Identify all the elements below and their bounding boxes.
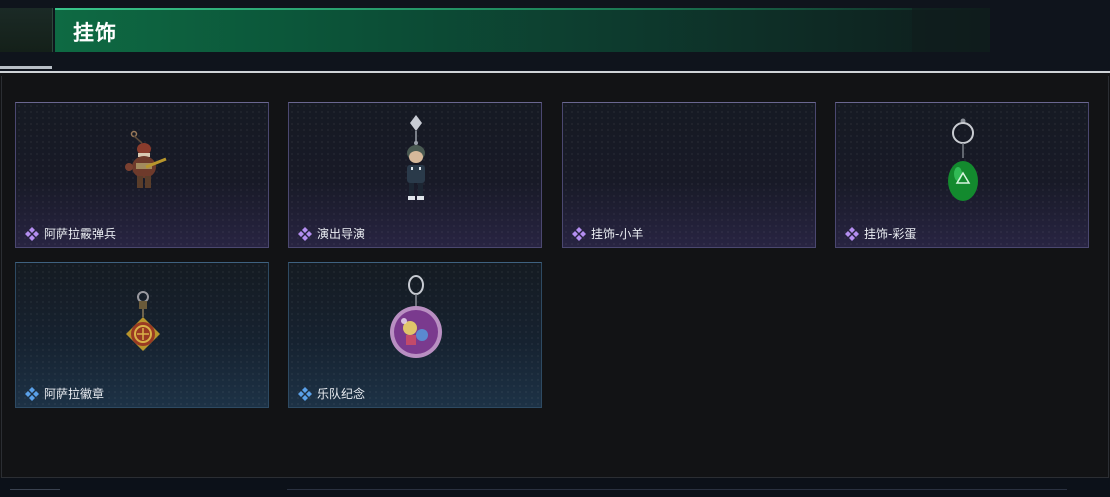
header-underline [0,66,52,69]
bottom-bar-mark [10,489,60,490]
item-label: 挂饰-小羊 [571,225,643,242]
item-art [836,103,1088,223]
item-name: 演出导演 [317,227,366,241]
item-name: 挂饰-小羊 [591,227,644,241]
item-label: 阿萨拉霰弹兵 [24,225,116,242]
band-pin-charm-icon [390,275,442,358]
header: 挂饰 [0,0,1110,70]
rarity-diamond-icon [572,226,586,241]
item-card[interactable]: 阿萨拉霰弹兵 [15,102,269,248]
header-end-block [912,8,990,52]
item-card[interactable]: 乐队纪念 [288,262,542,408]
inventory-panel: 阿萨拉霰弹兵 演出导演 挂饰-小羊 挂饰-彩蛋 阿萨拉徽章 乐队纪念 [0,71,1110,478]
green-egg-charm-icon [948,118,978,201]
item-art [289,103,541,223]
soldier-charm-icon [125,130,167,188]
item-art [289,263,541,383]
rarity-diamond-icon [298,386,312,401]
item-label: 挂饰-彩蛋 [844,225,916,242]
charm-inventory-screen: 挂饰 阿萨拉霰弹兵 演出导演 挂饰-小羊 挂饰-彩蛋 阿萨拉徽章 乐队纪念 [0,0,1110,497]
item-card[interactable]: 挂饰-彩蛋 [835,102,1089,248]
item-card[interactable]: 挂饰-小羊 [562,102,816,248]
rarity-diamond-icon [25,226,39,241]
item-name: 挂饰-彩蛋 [864,227,917,241]
page-title: 挂饰 [73,21,117,45]
bottom-bar-line [287,489,1067,490]
item-name: 乐队纪念 [317,387,366,401]
item-name: 阿萨拉霰弹兵 [44,227,117,241]
bottom-bar [0,478,1110,497]
badge-medallion-charm-icon [126,291,160,351]
header-highlight-line [55,8,990,10]
item-card[interactable]: 阿萨拉徽章 [15,262,269,408]
item-label: 阿萨拉徽章 [24,385,104,402]
item-art [16,263,268,383]
item-card[interactable]: 演出导演 [288,102,542,248]
item-art [563,103,815,223]
rarity-diamond-icon [298,226,312,241]
item-name: 阿萨拉徽章 [44,387,105,401]
director-figure-charm-icon [407,115,425,200]
item-label: 乐队纪念 [297,385,365,402]
header-back-tab[interactable] [0,8,53,52]
item-art [16,103,268,223]
rarity-diamond-icon [845,226,859,241]
header-title-bar [55,8,990,52]
rarity-diamond-icon [25,386,39,401]
item-label: 演出导演 [297,225,365,242]
